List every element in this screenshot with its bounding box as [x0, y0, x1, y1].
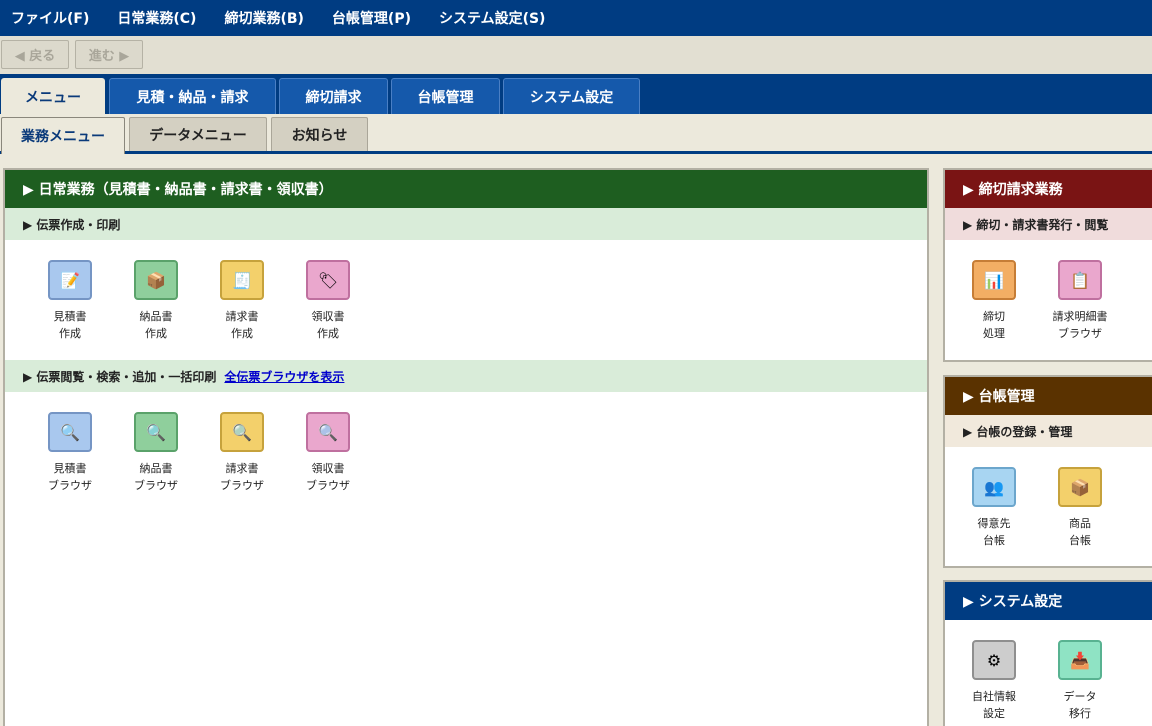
data-transfer-icon: 📥 — [1058, 640, 1102, 680]
button-label: 納品書 作成 — [139, 310, 173, 340]
panel-header: ▶ 締切請求業務 — [945, 170, 1152, 208]
gear-icon: ⚙ — [972, 640, 1016, 680]
button-label: 締切 処理 — [983, 310, 1005, 340]
button-label: 商品 台帳 — [1069, 517, 1091, 547]
button-label: 領収書 ブラウザ — [306, 462, 350, 492]
main-tab-bar: メニュー 見積・納品・請求 締切請求 台帳管理 システム設定 — [0, 74, 1152, 114]
invoice-browser-button[interactable]: 🔍 請求書 ブラウザ — [199, 412, 285, 494]
button-label: 請求明細書 ブラウザ — [1052, 310, 1108, 340]
button-label: 請求書 ブラウザ — [220, 462, 264, 492]
section-title: ▶ 伝票作成・印刷 — [23, 217, 121, 232]
panel-header: ▶ 台帳管理 — [945, 377, 1152, 415]
ticket-icon: 🏷 — [306, 260, 350, 300]
panel-header: ▶ システム設定 — [945, 582, 1152, 620]
menu-daily-work[interactable]: 日常業務(C) — [117, 8, 196, 28]
section-title: ▶ 締切・請求書発行・閲覧 — [945, 208, 1152, 240]
receipt-create-button[interactable]: 🏷 領収書 作成 — [285, 260, 371, 360]
system-settings-panel: ▶ システム設定 ⚙ 自社情報 設定 📥 データ 移行 — [943, 580, 1152, 726]
tab-estimate-delivery-invoice[interactable]: 見積・納品・請求 — [109, 78, 276, 114]
section-title: ▶ 台帳の登録・管理 — [945, 415, 1152, 447]
system-icons: ⚙ 自社情報 設定 📥 データ 移行 — [945, 620, 1152, 722]
section-title: ▶ 伝票閲覧・検索・追加・一括印刷 — [23, 369, 217, 384]
delivery-create-button[interactable]: 📦 納品書 作成 — [113, 260, 199, 360]
magnifier-icon: 🔍 — [134, 412, 178, 452]
closing-icons: 📊 締切 処理 📋 請求明細書 ブラウザ — [945, 240, 1152, 342]
menu-bar: ファイル(F) 日常業務(C) 締切業務(B) 台帳管理(P) システム設定(S… — [0, 0, 1152, 36]
box-icon: 📦 — [1058, 467, 1102, 507]
button-label: 自社情報 設定 — [972, 690, 1016, 720]
all-slips-browser-link[interactable]: 全伝票ブラウザを表示 — [224, 368, 344, 385]
ledger-icons: 👥 得意先 台帳 📦 商品 台帳 — [945, 447, 1152, 549]
daily-work-panel: ▶ 日常業務（見積書・納品書・請求書・領収書） ▶ 伝票作成・印刷 📝 見積書 … — [3, 168, 929, 726]
closing-invoice-panel: ▶ 締切請求業務 ▶ 締切・請求書発行・閲覧 📊 締切 処理 📋 請求明細書 ブ… — [943, 168, 1152, 362]
clipboard-icon: 📋 — [1058, 260, 1102, 300]
section-header: ▶ 伝票作成・印刷 — [5, 208, 927, 240]
button-label: 請求書 作成 — [225, 310, 259, 340]
tab-business-menu[interactable]: 業務メニュー — [1, 117, 125, 154]
bar-chart-icon: 📊 — [972, 260, 1016, 300]
menu-ledger[interactable]: 台帳管理(P) — [332, 8, 411, 28]
data-migration-button[interactable]: 📥 データ 移行 — [1037, 640, 1123, 722]
ledger-panel: ▶ 台帳管理 ▶ 台帳の登録・管理 👥 得意先 台帳 📦 商品 台帳 — [943, 375, 1152, 568]
button-label: 納品書 ブラウザ — [134, 462, 178, 492]
magnifier-icon: 🔍 — [306, 412, 350, 452]
button-label: 領収書 作成 — [311, 310, 345, 340]
receipt-browser-button[interactable]: 🔍 領収書 ブラウザ — [285, 412, 371, 494]
back-button[interactable]: ◀ 戻る — [1, 40, 69, 69]
button-label: 見積書 ブラウザ — [48, 462, 92, 492]
pencil-document-icon: 📝 — [48, 260, 92, 300]
button-label: 見積書 作成 — [53, 310, 87, 340]
receipt-icon: 🧾 — [220, 260, 264, 300]
tab-closing-invoice[interactable]: 締切請求 — [279, 78, 388, 114]
magnifier-icon: 🔍 — [48, 412, 92, 452]
tab-notices[interactable]: お知らせ — [271, 117, 368, 151]
button-label: データ 移行 — [1063, 690, 1097, 720]
panel-header: ▶ 日常業務（見積書・納品書・請求書・領収書） — [5, 170, 927, 208]
customer-ledger-button[interactable]: 👥 得意先 台帳 — [951, 467, 1037, 549]
statement-browser-button[interactable]: 📋 請求明細書 ブラウザ — [1037, 260, 1123, 342]
magnifier-icon: 🔍 — [220, 412, 264, 452]
section-header: ▶ 伝票閲覧・検索・追加・一括印刷 全伝票ブラウザを表示 — [5, 360, 927, 392]
menu-file[interactable]: ファイル(F) — [11, 8, 89, 28]
forward-button[interactable]: 進む ▶ — [75, 40, 143, 69]
invoice-create-button[interactable]: 🧾 請求書 作成 — [199, 260, 285, 360]
sub-tab-bar: 業務メニュー データメニュー お知らせ — [0, 114, 1152, 154]
tab-data-menu[interactable]: データメニュー — [129, 117, 267, 151]
menu-closing-work[interactable]: 締切業務(B) — [224, 8, 303, 28]
tab-ledger[interactable]: 台帳管理 — [391, 78, 500, 114]
tab-system-settings[interactable]: システム設定 — [503, 78, 640, 114]
create-icons: 📝 見積書 作成 📦 納品書 作成 🧾 請求書 作成 🏷 領収書 作成 — [5, 240, 927, 360]
delivery-browser-button[interactable]: 🔍 納品書 ブラウザ — [113, 412, 199, 494]
product-ledger-button[interactable]: 📦 商品 台帳 — [1037, 467, 1123, 549]
package-icon: 📦 — [134, 260, 178, 300]
estimate-create-button[interactable]: 📝 見積書 作成 — [27, 260, 113, 360]
button-label: 得意先 台帳 — [977, 517, 1011, 547]
toolbar: ◀ 戻る 進む ▶ — [0, 36, 1152, 74]
estimate-browser-button[interactable]: 🔍 見積書 ブラウザ — [27, 412, 113, 494]
company-info-button[interactable]: ⚙ 自社情報 設定 — [951, 640, 1037, 722]
closing-process-button[interactable]: 📊 締切 処理 — [951, 260, 1037, 342]
tab-menu[interactable]: メニュー — [1, 78, 105, 114]
people-icon: 👥 — [972, 467, 1016, 507]
browser-icons: 🔍 見積書 ブラウザ 🔍 納品書 ブラウザ 🔍 請求書 ブラウザ 🔍 領収書 ブ… — [5, 392, 927, 494]
menu-system-settings[interactable]: システム設定(S) — [439, 8, 545, 28]
